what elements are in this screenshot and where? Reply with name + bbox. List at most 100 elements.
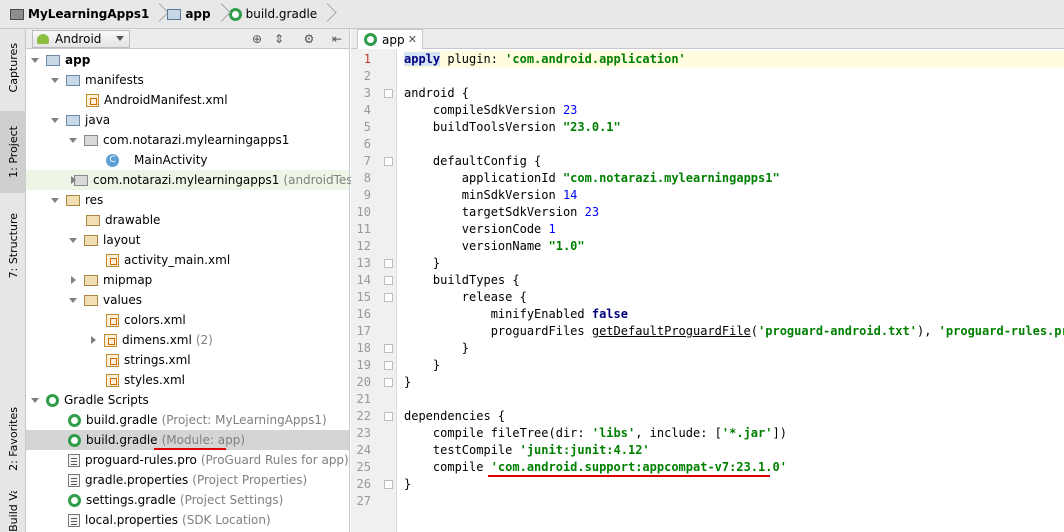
expand-arrow-icon[interactable] <box>50 195 60 205</box>
code-line: buildToolsVersion "23.0.1" <box>404 119 621 136</box>
structure-tool-button[interactable]: 7: Structure <box>0 201 26 291</box>
tree-item-java[interactable]: java <box>26 110 349 130</box>
code-line: buildTypes { <box>404 272 520 289</box>
code-line: versionName "1.0" <box>404 238 585 255</box>
tree-item-drawable[interactable]: drawable <box>26 210 349 230</box>
project-view-select[interactable]: Android <box>32 29 130 48</box>
line-number: 8 <box>363 171 371 185</box>
expand-arrow-icon[interactable] <box>68 295 78 305</box>
favorites-tool-button[interactable]: 2: Favorites <box>0 394 26 484</box>
code-string: '*.jar' <box>721 426 773 440</box>
tree-item-activity-main[interactable]: activity_main.xml <box>26 250 349 270</box>
tree-item-local-properties[interactable]: local.properties (SDK Location) <box>26 510 349 530</box>
line-number: 26 <box>356 477 371 491</box>
tree-item-strings[interactable]: strings.xml <box>26 350 349 370</box>
code-line: } <box>404 476 411 493</box>
tree-item-styles[interactable]: styles.xml <box>26 370 349 390</box>
code-line: } <box>404 340 469 357</box>
captures-tool-button[interactable]: Captures <box>0 33 26 103</box>
fold-marker-icon[interactable] <box>384 412 393 421</box>
fold-marker-icon[interactable] <box>384 276 393 285</box>
module-folder-icon <box>46 54 60 66</box>
code-line: dependencies { <box>404 408 505 425</box>
tree-item-build-gradle-module[interactable]: build.gradle (Module: app) <box>26 430 349 450</box>
code-text: , include: [ <box>635 426 722 440</box>
favorites-tool-label: 2: Favorites <box>6 407 20 471</box>
fold-marker-icon[interactable] <box>384 480 393 489</box>
fold-marker-icon[interactable] <box>384 361 393 370</box>
expand-arrow-icon[interactable] <box>30 55 40 65</box>
line-number: 11 <box>356 222 371 236</box>
fold-marker-icon[interactable] <box>384 378 393 387</box>
tree-item-label: proguard-rules.pro <box>85 453 197 467</box>
tree-item-gradle-scripts[interactable]: Gradle Scripts <box>26 390 349 410</box>
code-text: minSdkVersion <box>404 188 563 202</box>
tree-item-colors[interactable]: colors.xml <box>26 310 349 330</box>
project-tool-button[interactable]: 1: Project <box>0 111 26 193</box>
code-text: } <box>404 477 412 491</box>
tree-item-res[interactable]: res <box>26 190 349 210</box>
tree-item-manifests[interactable]: manifests <box>26 70 349 90</box>
tree-item-gradle-properties[interactable]: gradle.properties (Project Properties) <box>26 470 349 490</box>
tree-item-label: java <box>85 113 111 127</box>
fold-marker-icon[interactable] <box>384 344 393 353</box>
gradle-icon <box>68 413 81 427</box>
tree-item-label: app <box>65 53 91 67</box>
tree-item-values[interactable]: values <box>26 290 349 310</box>
tree-item-hint: (ProGuard Rules for app) <box>200 453 349 467</box>
tree-item-proguard-rules[interactable]: proguard-rules.pro (ProGuard Rules for a… <box>26 450 349 470</box>
expand-arrow-icon[interactable] <box>68 275 78 285</box>
code-line: applicationId "com.notarazi.mylearningap… <box>404 170 780 187</box>
properties-file-icon <box>68 473 80 487</box>
breadcrumb-module[interactable]: app <box>165 3 216 25</box>
tree-item-app[interactable]: app <box>26 50 349 70</box>
tree-item-layout[interactable]: layout <box>26 230 349 250</box>
code-text: ), <box>916 324 939 338</box>
tab-app-build-gradle[interactable]: app ✕ <box>357 29 423 49</box>
code-string: 'proguard-android.txt' <box>758 324 917 338</box>
tree-item-mipmap[interactable]: mipmap <box>26 270 349 290</box>
fold-marker-icon[interactable] <box>384 157 393 166</box>
code-line: android { <box>404 85 469 102</box>
tree-item-label: local.properties <box>85 513 179 527</box>
fold-marker-icon[interactable] <box>384 259 393 268</box>
breadcrumb-project[interactable]: MyLearningApps1 <box>8 3 155 25</box>
line-number: 12 <box>356 239 371 253</box>
tree-item-android-manifest[interactable]: AndroidManifest.xml <box>26 90 349 110</box>
tree-item-build-gradle-project[interactable]: build.gradle (Project: MyLearningApps1) <box>26 410 349 430</box>
code-text: } <box>404 375 412 389</box>
folder-icon <box>66 74 80 86</box>
expand-arrow-icon[interactable] <box>88 335 98 345</box>
expand-arrow-icon[interactable] <box>68 235 78 245</box>
tree-item-label: res <box>85 193 104 207</box>
fold-marker-icon[interactable] <box>384 89 393 98</box>
gradle-icon <box>46 393 59 407</box>
build-variants-tool-button[interactable]: Build Variants <box>0 491 26 532</box>
gradle-icon <box>68 433 81 447</box>
hide-panel-icon[interactable]: ⇤ <box>330 32 344 46</box>
code-area[interactable]: apply plugin: 'com.android.application' … <box>404 49 1064 532</box>
tree-item-package-main[interactable]: com.notarazi.mylearningapps1 <box>26 130 349 150</box>
xml-file-icon <box>86 93 99 107</box>
collapse-all-icon[interactable]: ⇕ <box>272 32 286 46</box>
close-icon[interactable]: ✕ <box>408 33 417 46</box>
gear-icon[interactable]: ⚙ <box>302 32 316 46</box>
tree-item-dimens[interactable]: dimens.xml (2) <box>26 330 349 350</box>
expand-arrow-icon[interactable] <box>50 115 60 125</box>
expand-arrow-icon[interactable] <box>30 395 40 405</box>
locate-icon[interactable]: ⊕ <box>250 32 264 46</box>
tree-item-settings-gradle[interactable]: settings.gradle (Project Settings) <box>26 490 349 510</box>
tree-item-main-activity[interactable]: C MainActivity <box>26 150 349 170</box>
line-number: 16 <box>356 307 371 321</box>
expand-arrow-icon[interactable] <box>68 135 78 145</box>
tree-item-label: strings.xml <box>124 353 191 367</box>
breadcrumb-file[interactable]: build.gradle <box>227 3 324 25</box>
tree-item-package-android-test[interactable]: com.notarazi.mylearningapps1 (androidTes… <box>26 170 362 190</box>
tree-item-label: drawable <box>105 213 161 227</box>
code-number: 23 <box>562 103 578 117</box>
code-text: targetSdkVersion <box>404 205 585 219</box>
expand-arrow-icon[interactable] <box>50 75 60 85</box>
line-number: 2 <box>363 69 371 83</box>
line-number-gutter: 1 2 3 4 5 6 7 8 9 10 11 12 13 14 15 16 1… <box>351 49 397 532</box>
fold-marker-icon[interactable] <box>384 293 393 302</box>
